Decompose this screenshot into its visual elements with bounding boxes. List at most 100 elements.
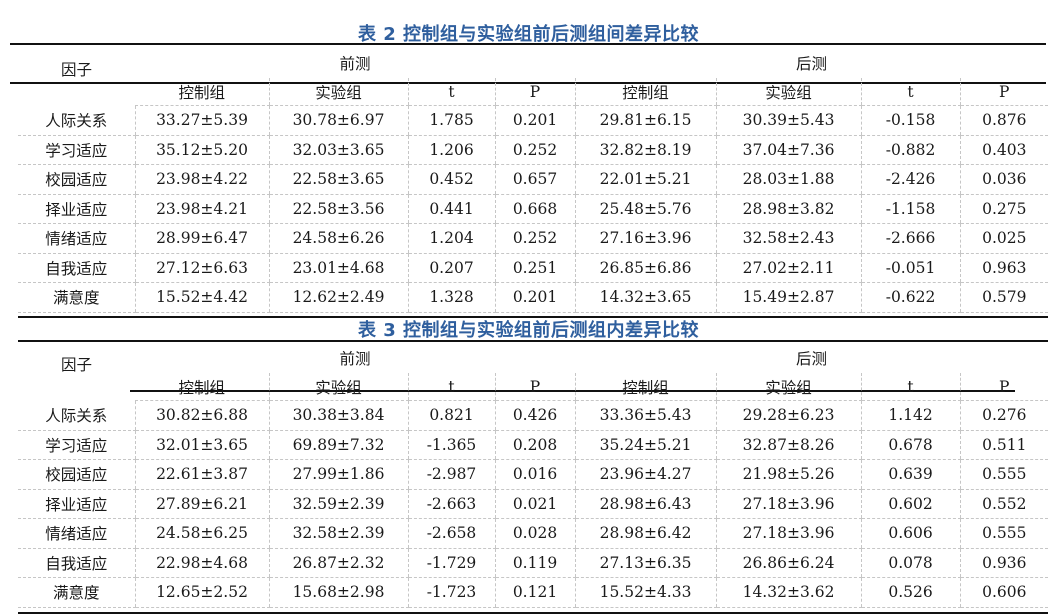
table-cell: 32.03±3.65 [268, 135, 408, 165]
table-cell: 0.403 [959, 135, 1049, 165]
table-cell: 1.206 [407, 135, 495, 165]
table-cell: -2.987 [407, 459, 495, 490]
table2: 因子 前测 后测 控制组 实验组 t P 控制组 实验组 t P 人际关系 33.27±5.39… [18, 48, 1049, 313]
table-cell: 0.511 [959, 430, 1049, 460]
table2-column-header: t [407, 78, 495, 106]
table2-column-header: 控制组 [135, 78, 269, 106]
table-cell: 15.52±4.42 [134, 282, 269, 313]
table-cell: 0.028 [494, 518, 576, 549]
table-cell: 0.201 [494, 282, 576, 313]
table-cell: 32.58±2.39 [268, 518, 408, 549]
table-cell: 0.426 [494, 400, 576, 431]
table-cell: 0.606 [860, 518, 961, 549]
table3-column-header: P [959, 373, 1049, 401]
table-cell: 33.27±5.39 [134, 105, 269, 136]
table3-column-header: 实验组 [715, 373, 862, 401]
table-row: 择业适应 23.98±4.21 22.58±3.56 0.441 0.668 25.48±… [18, 194, 1049, 224]
table-cell: 0.021 [494, 489, 576, 519]
table2-column-header: 实验组 [268, 78, 408, 106]
table2-column-header: P [959, 78, 1049, 106]
table-cell: 28.99±6.47 [134, 223, 269, 254]
table-cell: 0.441 [407, 194, 495, 224]
table-cell: 26.87±2.32 [268, 548, 408, 578]
table2-group-pre: 前测 [339, 55, 371, 73]
table-cell: 30.38±3.84 [268, 400, 408, 431]
table-cell: -0.051 [860, 253, 961, 283]
table3: 因子 前测 后测 控制组 实验组 t P 控制组 实验组 t P 人际关系 30.82±6.88… [18, 343, 1049, 608]
table-cell: -0.158 [860, 105, 961, 136]
row-factor-label: 情绪适应 [18, 223, 135, 254]
table-cell: 27.12±6.63 [134, 253, 269, 283]
table-cell: -0.882 [860, 135, 961, 165]
table2-column-header: t [860, 78, 961, 106]
table3-column-header: 控制组 [135, 373, 269, 401]
table-cell: 28.98±6.43 [574, 489, 717, 519]
table-cell: 27.89±6.21 [134, 489, 269, 519]
table-cell: 0.526 [860, 577, 961, 608]
table-cell: 0.606 [959, 577, 1049, 608]
table-cell: -1.158 [860, 194, 961, 224]
table-cell: 0.121 [494, 577, 576, 608]
table2-column-header: P [494, 78, 576, 106]
table2-group-post: 后测 [796, 55, 828, 73]
table-row: 情绪适应 24.58±6.25 32.58±2.39 -2.658 0.028 28.98… [18, 518, 1049, 549]
table-row: 学习适应 35.12±5.20 32.03±3.65 1.206 0.252 32.82±… [18, 135, 1049, 165]
row-factor-label: 学习适应 [18, 135, 135, 165]
table-cell: 27.02±2.11 [715, 253, 862, 283]
table-cell: 23.98±4.22 [134, 164, 269, 195]
table-cell: 1.328 [407, 282, 495, 313]
table3-group-post: 后测 [796, 350, 828, 368]
table-cell: 0.078 [860, 548, 961, 578]
table3-top-rule [18, 340, 1048, 342]
table-cell: 0.821 [407, 400, 495, 431]
table-row: 自我适应 27.12±6.63 23.01±4.68 0.207 0.251 26.85±… [18, 253, 1049, 283]
table-row: 满意度 12.65±2.52 15.68±2.98 -1.723 0.121 15.52±… [18, 577, 1049, 608]
table-cell: -0.622 [860, 282, 961, 313]
table-cell: 1.785 [407, 105, 495, 136]
table-cell: 35.24±5.21 [574, 430, 717, 460]
table-cell: 0.119 [494, 548, 576, 578]
table-cell: 0.963 [959, 253, 1049, 283]
table-row: 自我适应 22.98±4.68 26.87±2.32 -1.729 0.119 27.13… [18, 548, 1049, 578]
table3-bottom-rule [18, 612, 1048, 614]
row-factor-label: 择业适应 [18, 489, 135, 519]
table-cell: 0.207 [407, 253, 495, 283]
table-cell: 32.87±8.26 [715, 430, 862, 460]
table-cell: -1.723 [407, 577, 495, 608]
table-cell: 69.89±7.32 [268, 430, 408, 460]
table3-group-header-row: 因子 前测 后测 [18, 343, 1048, 374]
table-cell: -1.365 [407, 430, 495, 460]
table2-body: 人际关系 33.27±5.39 30.78±6.97 1.785 0.201 29.81±… [18, 105, 1049, 313]
table-cell: 0.201 [494, 105, 576, 136]
table-cell: 29.81±6.15 [574, 105, 717, 136]
table-cell: 14.32±3.65 [574, 282, 717, 313]
table-cell: 30.78±6.97 [268, 105, 408, 136]
table-cell: 0.275 [959, 194, 1049, 224]
row-factor-label: 满意度 [18, 577, 135, 608]
table-cell: 0.602 [860, 489, 961, 519]
table-cell: 35.12±5.20 [134, 135, 269, 165]
table-cell: 0.252 [494, 135, 576, 165]
row-factor-label: 学习适应 [18, 430, 135, 460]
table-cell: -1.729 [407, 548, 495, 578]
table-cell: 0.016 [494, 459, 576, 490]
table-cell: 0.276 [959, 400, 1049, 431]
table-cell: 22.61±3.87 [134, 459, 269, 490]
table-cell: 29.28±6.23 [715, 400, 862, 431]
table-cell: 37.04±7.36 [715, 135, 862, 165]
table-cell: 26.85±6.86 [574, 253, 717, 283]
table-cell: 0.555 [959, 459, 1049, 490]
table-cell: 21.98±5.26 [715, 459, 862, 490]
table2-column-header: 控制组 [574, 78, 717, 106]
table-row: 人际关系 30.82±6.88 30.38±3.84 0.821 0.426 33.36±… [18, 400, 1049, 431]
table-cell: 26.86±6.24 [715, 548, 862, 578]
table3-factor-header: 因子 [60, 355, 92, 374]
table-cell: 0.876 [959, 105, 1049, 136]
table-cell: -2.666 [860, 223, 961, 254]
table-cell: -2.658 [407, 518, 495, 549]
table3-column-header: 控制组 [574, 373, 717, 401]
table2-top-rule [10, 43, 1046, 45]
table-cell: 28.98±6.42 [574, 518, 717, 549]
table-row: 情绪适应 28.99±6.47 24.58±6.26 1.204 0.252 27.16±… [18, 223, 1049, 254]
row-factor-label: 人际关系 [18, 105, 135, 136]
